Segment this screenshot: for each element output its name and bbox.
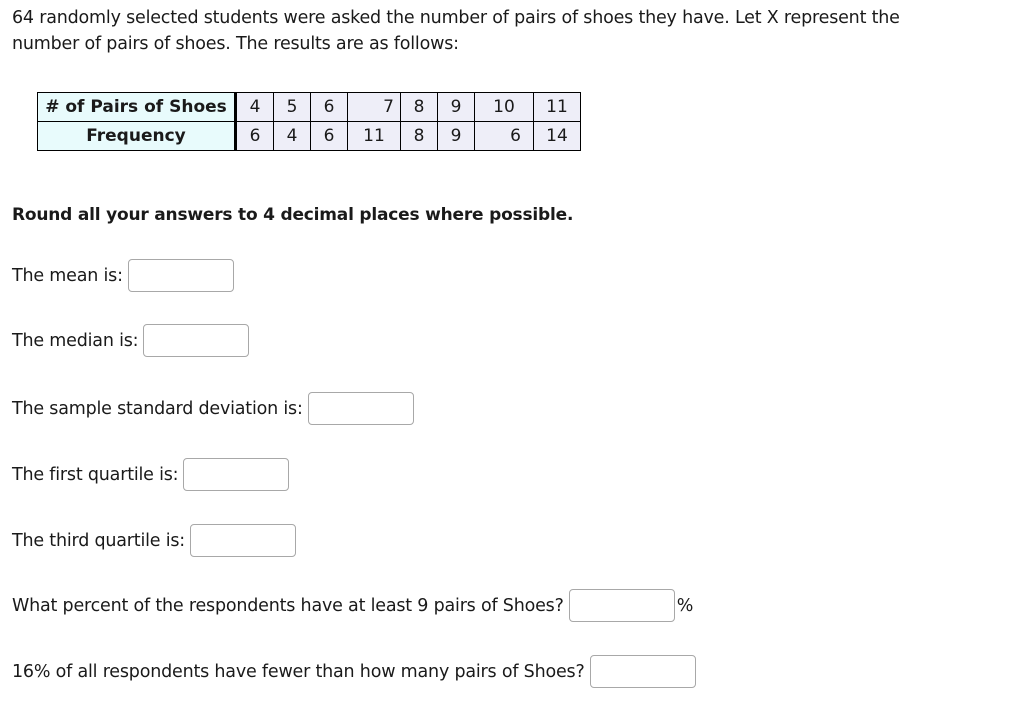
question-label: The mean is: xyxy=(12,265,123,286)
table-cell: 14 xyxy=(533,121,581,151)
rounding-instruction: Round all your answers to 4 decimal plac… xyxy=(12,205,574,225)
std-dev-input[interactable] xyxy=(307,392,414,425)
question-label: The median is: xyxy=(12,330,139,351)
question-label: What percent of the respondents have at … xyxy=(12,595,564,616)
table-cell: 4 xyxy=(273,121,311,151)
row-header: # of Pairs of Shoes xyxy=(37,92,237,122)
table-cell: 6 xyxy=(235,121,274,151)
question-percent-at-least-9: What percent of the respondents have at … xyxy=(12,589,693,622)
percent-input[interactable] xyxy=(568,589,675,622)
table-cell: 9 xyxy=(437,121,475,151)
first-quartile-input[interactable] xyxy=(183,458,290,491)
question-label: 16% of all respondents have fewer than h… xyxy=(12,661,585,682)
question-16-percent: 16% of all respondents have fewer than h… xyxy=(12,655,696,688)
table-cell: 5 xyxy=(273,92,311,122)
percentile-16-input[interactable] xyxy=(589,655,696,688)
question-first-quartile: The first quartile is: xyxy=(12,458,290,491)
mean-input[interactable] xyxy=(127,259,234,292)
table-cell: 6 xyxy=(474,121,534,151)
table-row-frequency: Frequency 6 4 6 11 8 9 6 14 xyxy=(37,121,581,151)
question-std-dev: The sample standard deviation is: xyxy=(12,392,414,425)
percent-suffix: % xyxy=(676,595,694,616)
table-row-x-values: # of Pairs of Shoes 4 5 6 7 8 9 10 11 xyxy=(37,92,581,122)
median-input[interactable] xyxy=(143,324,250,357)
table-cell: 8 xyxy=(400,92,438,122)
question-label: The third quartile is: xyxy=(12,530,185,551)
problem-statement: 64 randomly selected students were asked… xyxy=(12,8,900,54)
table-cell: 4 xyxy=(235,92,274,122)
third-quartile-input[interactable] xyxy=(190,524,296,557)
row-header: Frequency xyxy=(37,121,237,151)
question-median: The median is: xyxy=(12,324,250,357)
table-cell: 10 xyxy=(474,92,534,122)
table-cell: 11 xyxy=(533,92,581,122)
frequency-table: # of Pairs of Shoes 4 5 6 7 8 9 10 11 Fr… xyxy=(37,92,581,151)
question-third-quartile: The third quartile is: xyxy=(12,524,296,557)
table-cell: 7 xyxy=(347,92,401,122)
table-cell: 8 xyxy=(400,121,438,151)
table-cell: 11 xyxy=(347,121,401,151)
question-label: The sample standard deviation is: xyxy=(12,398,303,419)
question-label: The first quartile is: xyxy=(12,464,179,485)
table-cell: 6 xyxy=(310,92,348,122)
table-cell: 9 xyxy=(437,92,475,122)
table-cell: 6 xyxy=(310,121,348,151)
question-mean: The mean is: xyxy=(12,259,234,292)
